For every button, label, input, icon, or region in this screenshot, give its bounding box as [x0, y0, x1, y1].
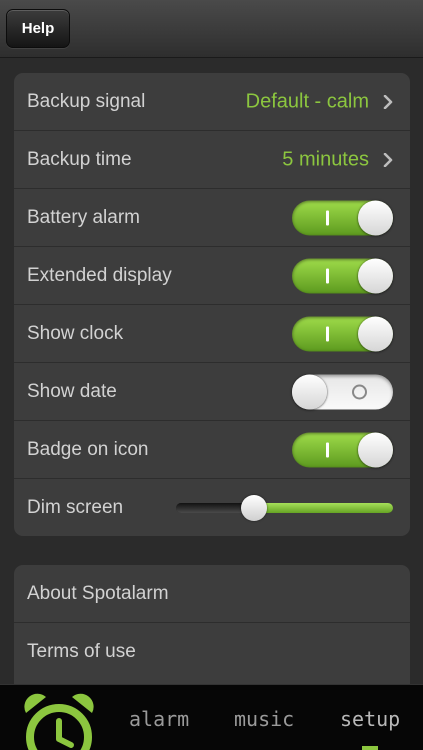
backup-time-value: 5 minutes — [282, 148, 369, 170]
tab-music[interactable]: music — [234, 707, 294, 731]
top-bar: Help — [0, 0, 423, 58]
toggle-knob — [292, 374, 327, 409]
backup-time-label: Backup time — [27, 148, 132, 170]
slider-thumb[interactable] — [241, 495, 267, 521]
chevron-right-icon — [383, 94, 393, 109]
battery-alarm-toggle[interactable] — [292, 200, 393, 235]
battery-alarm-row: Battery alarm — [14, 189, 410, 247]
dim-screen-row: Dim screen — [14, 479, 410, 536]
about-row[interactable]: About Spotalarm — [14, 565, 410, 623]
info-group: About Spotalarm Terms of use — [14, 565, 410, 690]
slider-fill-green — [254, 503, 393, 513]
terms-label: Terms of use — [27, 641, 136, 662]
backup-signal-value: Default - calm — [245, 90, 369, 112]
alarm-clock-icon — [24, 693, 94, 750]
tab-setup[interactable]: setup — [340, 707, 400, 731]
extended-display-row: Extended display — [14, 247, 410, 305]
show-date-label: Show date — [27, 380, 117, 402]
battery-alarm-label: Battery alarm — [27, 206, 140, 228]
dim-screen-label: Dim screen — [27, 497, 124, 518]
help-button[interactable]: Help — [6, 9, 70, 48]
about-label: About Spotalarm — [27, 582, 169, 604]
show-date-row: Show date — [14, 363, 410, 421]
badge-on-icon-toggle[interactable] — [292, 432, 393, 467]
backup-signal-row[interactable]: Backup signal Default - calm — [14, 73, 410, 131]
terms-row[interactable]: Terms of use — [14, 623, 410, 681]
toggle-on-mark — [326, 442, 329, 457]
toggle-knob — [358, 258, 393, 293]
chevron-right-icon — [383, 152, 393, 167]
dim-screen-slider[interactable] — [176, 495, 393, 521]
show-clock-toggle[interactable] — [292, 316, 393, 351]
badge-on-icon-label: Badge on icon — [27, 438, 149, 460]
extended-display-label: Extended display — [27, 264, 172, 286]
toggle-knob — [358, 432, 393, 467]
show-clock-row: Show clock — [14, 305, 410, 363]
show-date-toggle[interactable] — [292, 374, 393, 409]
show-clock-label: Show clock — [27, 322, 124, 344]
active-tab-indicator — [362, 746, 378, 750]
backup-time-row[interactable]: Backup time 5 minutes — [14, 131, 410, 189]
backup-signal-label: Backup signal — [27, 90, 146, 112]
toggle-knob — [358, 316, 393, 351]
toggle-on-mark — [326, 268, 329, 283]
toggle-knob — [358, 200, 393, 235]
settings-group: Backup signal Default - calm Backup time… — [14, 73, 410, 536]
extended-display-toggle[interactable] — [292, 258, 393, 293]
toggle-on-mark — [326, 326, 329, 341]
toggle-on-mark — [326, 210, 329, 225]
tab-alarm[interactable]: alarm — [129, 707, 189, 731]
toggle-off-mark — [352, 384, 367, 399]
badge-on-icon-row: Badge on icon — [14, 421, 410, 479]
tab-bar: alarm music setup — [0, 684, 423, 750]
